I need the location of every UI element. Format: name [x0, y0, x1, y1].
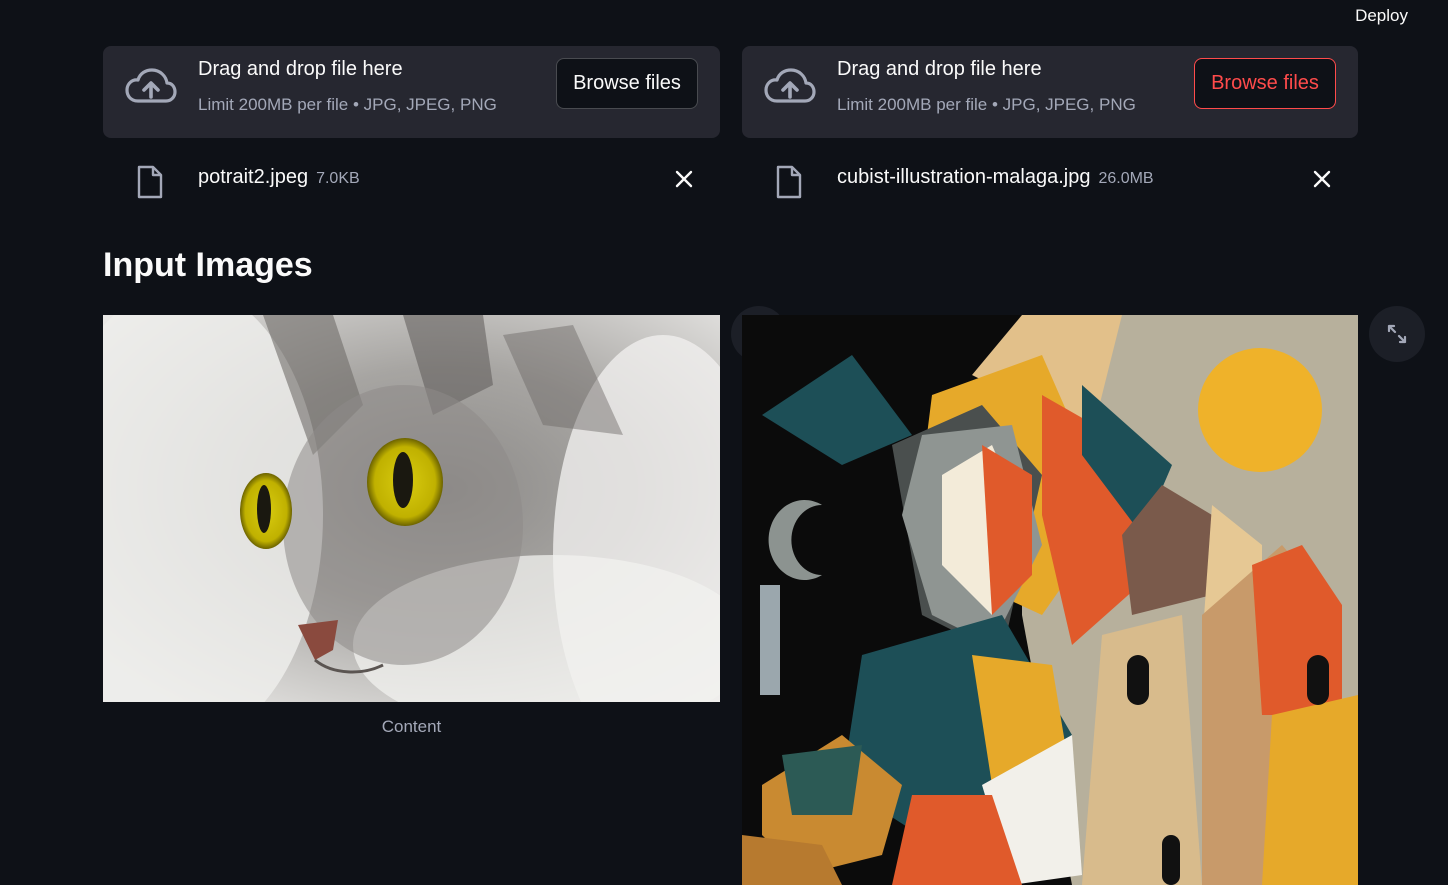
image-column-left: Content [103, 0, 720, 885]
fullscreen-expand-button[interactable] [1369, 306, 1425, 362]
style-image[interactable] [742, 315, 1358, 885]
image-caption: Content [381, 717, 442, 736]
content-image[interactable] [103, 315, 720, 702]
image-column-right [742, 0, 1358, 885]
fullscreen-expand-icon [1387, 324, 1407, 344]
deploy-button[interactable]: Deploy [1355, 4, 1408, 28]
